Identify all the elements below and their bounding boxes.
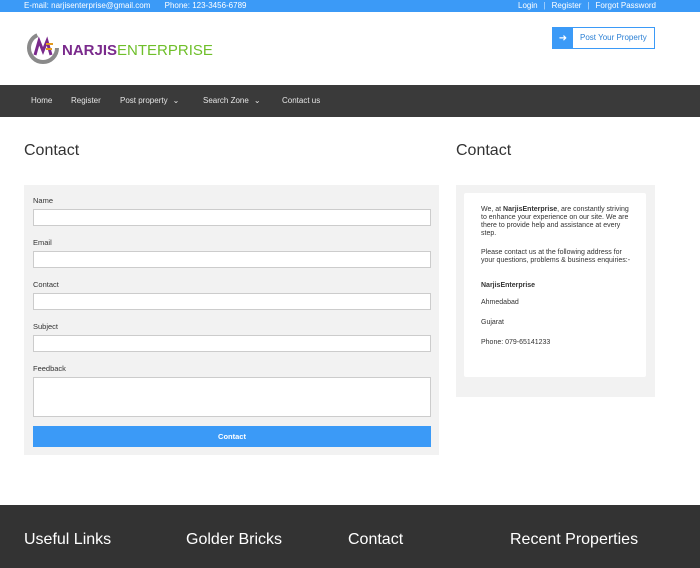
footer-heading-useful-links: Useful Links [24,531,112,548]
contact-info-card: We, at NarjisEnterprise, are constantly … [464,193,646,377]
subject-input[interactable] [33,335,431,352]
divider: | [587,1,590,10]
post-your-property-label: Post Your Property [580,33,647,42]
nav-item-post-property[interactable]: Post property ⌄ [120,96,179,105]
top-bar-contact-info: E-mail: narjisenterprise@gmail.com Phone… [24,1,258,10]
divider: | [543,1,546,10]
info-phone: Phone: 079-65141233 [481,339,551,346]
nav-item-register[interactable]: Register [71,96,101,105]
company-name: NarjisEnterprise [481,282,536,289]
feedback-textarea[interactable] [33,377,431,417]
contact-submit-button[interactable]: Contact [33,426,431,447]
post-your-property-button[interactable]: ➜ Post Your Property [552,27,655,49]
arrow-right-icon: ➜ [553,28,573,48]
logo-mark-icon [27,32,59,64]
contact-label: Contact [33,280,59,289]
main-nav: Home Register Post property ⌄ Search Zone… [0,85,700,117]
chevron-down-icon: ⌄ [253,96,261,105]
site-footer: Useful Links Golder Bricks Contact Recen… [0,505,700,568]
nav-item-contact-us[interactable]: Contact us [282,96,320,105]
nav-item-home[interactable]: Home [31,96,52,105]
address-state: Gujarat [481,319,504,326]
top-bar-account-links: Login | Register | Forgot Password [518,1,656,10]
name-label: Name [33,196,54,205]
enquiry-text: Please contact us at the following addre… [481,249,631,264]
email-label: Email [33,238,52,247]
top-bar: E-mail: narjisenterprise@gmail.com Phone… [0,0,700,12]
footer-heading-contact: Contact [348,531,404,548]
site-header: NARJISENTERPRISE ➜ Post Your Property [0,12,700,85]
contact-form: Name Email Contact Subject Feedback Cont… [24,185,439,455]
contact-info-panel: We, at NarjisEnterprise, are constantly … [456,185,655,397]
login-link[interactable]: Login [518,1,538,10]
nav-item-search-zone[interactable]: Search Zone ⌄ [203,96,261,105]
footer-heading-golder-bricks: Golder Bricks [186,531,283,548]
site-logo[interactable]: NARJISENTERPRISE [26,30,213,70]
name-input[interactable] [33,209,431,226]
page-title: Contact [24,142,80,159]
logo-wordmark: NARJISENTERPRISE [62,42,213,59]
chevron-down-icon: ⌄ [172,96,180,105]
contact-input[interactable] [33,293,431,310]
top-bar-email[interactable]: E-mail: narjisenterprise@gmail.com [24,1,150,10]
footer-heading-recent-properties: Recent Properties [510,531,639,548]
address-city: Ahmedabad [481,299,519,306]
top-bar-phone: Phone: 123-3456-6789 [164,1,247,10]
feedback-label: Feedback [33,364,66,373]
forgot-password-link[interactable]: Forgot Password [596,1,656,10]
email-input[interactable] [33,251,431,268]
register-link[interactable]: Register [552,1,582,10]
sidebar-title: Contact [456,142,512,159]
intro-text: We, at NarjisEnterprise, are constantly … [481,206,629,237]
subject-label: Subject [33,322,59,331]
